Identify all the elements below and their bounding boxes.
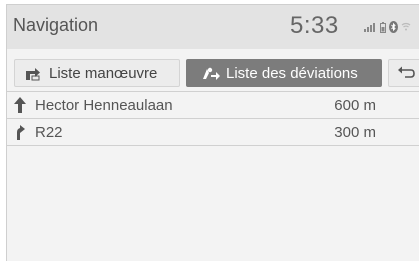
back-icon bbox=[397, 66, 415, 80]
status-icons bbox=[364, 21, 411, 33]
straight-arrow-icon bbox=[13, 97, 27, 113]
road-distance: 300 m bbox=[334, 123, 376, 141]
detour-list: Hector Henneaulaan 600 m R22 300 m bbox=[7, 91, 419, 146]
tab-detour-list[interactable]: Liste des déviations bbox=[186, 59, 382, 87]
phone-battery-icon bbox=[380, 21, 386, 33]
tab-bar: Liste manœuvre Liste des déviations bbox=[7, 49, 419, 89]
tab-maneuver-list-label: Liste manœuvre bbox=[49, 64, 158, 82]
list-item[interactable]: R22 300 m bbox=[7, 118, 419, 146]
bluetooth-icon bbox=[389, 21, 398, 33]
detour-icon bbox=[200, 65, 220, 81]
tab-detour-list-label: Liste des déviations bbox=[226, 64, 358, 82]
road-distance: 600 m bbox=[334, 96, 376, 114]
wifi-icon bbox=[401, 22, 411, 32]
list-item[interactable]: Hector Henneaulaan 600 m bbox=[7, 91, 419, 118]
signal-icon bbox=[364, 22, 377, 32]
screen-title: Navigation bbox=[13, 15, 99, 35]
keep-right-arrow-icon bbox=[13, 124, 27, 140]
header-bar: Navigation 5:33 bbox=[7, 5, 419, 49]
navigation-screen: Navigation 5:33 Liste manœuvre Liste des… bbox=[6, 4, 419, 261]
turn-list-icon bbox=[25, 65, 41, 81]
back-button[interactable] bbox=[388, 59, 419, 87]
clock: 5:33 bbox=[290, 12, 339, 39]
tab-maneuver-list[interactable]: Liste manœuvre bbox=[14, 59, 180, 87]
